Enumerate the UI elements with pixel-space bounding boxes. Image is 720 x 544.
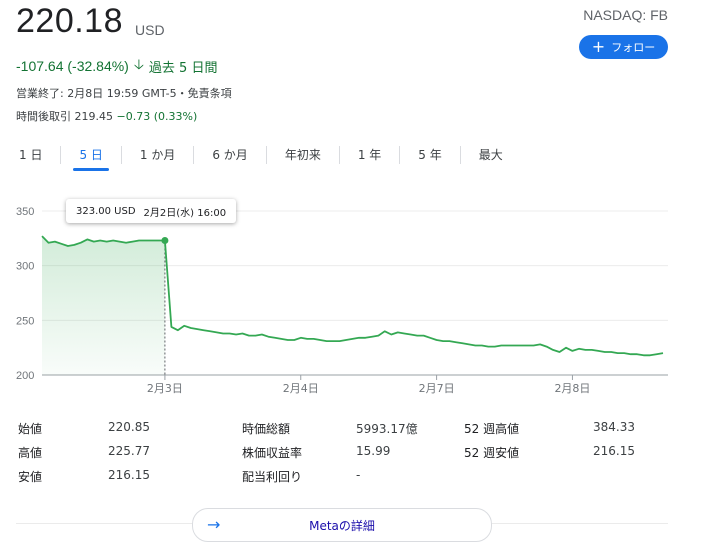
x-tick-label: 2月4日 bbox=[283, 382, 319, 395]
stat-label: 配当利回り bbox=[242, 470, 303, 484]
after-hours-label: 時間後取引 bbox=[16, 110, 71, 123]
stat-label: 52 週高値 bbox=[464, 422, 520, 436]
stock-price: 220.18 bbox=[16, 2, 123, 40]
stat-label: 52 週安値 bbox=[464, 446, 520, 460]
stat-value: 15.99 bbox=[356, 444, 391, 458]
price-change: -107.64 (-32.84%) bbox=[16, 58, 129, 74]
stat-label: 株価収益率 bbox=[242, 446, 303, 460]
after-hours-change: −0.73 (0.33%) bbox=[116, 110, 198, 123]
tab-separator bbox=[338, 146, 340, 164]
price-change-row: -107.64 (-32.84%) 🡣 過去 5 日間 bbox=[16, 54, 217, 78]
stat-value: 5993.17億 bbox=[356, 422, 418, 436]
tab-range-4[interactable]: 年初来 bbox=[276, 145, 330, 165]
stat-value: 225.77 bbox=[108, 444, 150, 458]
market-status: 営業終了: 2月8日 19:59 GMT-5・免責条項 bbox=[16, 87, 232, 100]
down-arrow-icon: 🡣 bbox=[133, 56, 144, 72]
y-tick-label: 250 bbox=[16, 315, 34, 327]
tab-separator bbox=[459, 146, 461, 164]
after-hours-price: 219.45 bbox=[74, 110, 114, 123]
tab-separator bbox=[60, 146, 62, 164]
plus-icon: + bbox=[591, 37, 606, 56]
currency-label: USD bbox=[135, 22, 165, 38]
details-button-label: Metaの詳細 bbox=[309, 519, 375, 533]
stat-value: 384.33 bbox=[593, 420, 635, 434]
stat-value: 220.85 bbox=[108, 420, 150, 434]
stat-value: 216.15 bbox=[108, 468, 150, 482]
tab-range-3[interactable]: 6 か月 bbox=[203, 145, 256, 165]
stat-label: 安値 bbox=[18, 470, 43, 484]
price-chart: 350 300 250 200 2月3日 2月4日 2月7日 2月8日 bbox=[16, 206, 668, 395]
tab-range-2[interactable]: 1 か月 bbox=[131, 145, 184, 165]
tab-separator bbox=[265, 146, 267, 164]
follow-button-label: フォロー bbox=[611, 41, 656, 54]
highlight-point bbox=[161, 237, 169, 245]
stat-value: 216.15 bbox=[593, 444, 635, 458]
tab-separator bbox=[399, 146, 401, 164]
stat-value: - bbox=[356, 468, 361, 482]
tab-separator bbox=[193, 146, 195, 164]
follow-button[interactable]: + フォロー bbox=[579, 35, 668, 59]
tab-separator bbox=[120, 146, 122, 164]
tab-range-6[interactable]: 5 年 bbox=[409, 145, 450, 165]
tab-range-7[interactable]: 最大 bbox=[470, 145, 512, 165]
details-button[interactable]: → Metaの詳細 bbox=[192, 508, 492, 542]
tab-range-1[interactable]: 5 日 bbox=[70, 145, 111, 171]
stat-label: 高値 bbox=[18, 446, 43, 460]
tab-range-5[interactable]: 1 年 bbox=[349, 145, 390, 165]
y-tick-label: 300 bbox=[16, 261, 34, 273]
tab-range-0[interactable]: 1 日 bbox=[10, 145, 51, 165]
change-period: 過去 5 日間 bbox=[148, 60, 218, 76]
highlight-area bbox=[42, 236, 165, 375]
y-tick-label: 200 bbox=[16, 370, 34, 382]
x-tick-label: 2月8日 bbox=[554, 382, 590, 395]
tooltip-price: 323.00 USD bbox=[76, 205, 136, 217]
y-tick-label: 350 bbox=[16, 206, 34, 218]
stat-label: 始値 bbox=[18, 422, 43, 436]
after-hours-row: 時間後取引 219.45 −0.73 (0.33%) bbox=[16, 108, 197, 124]
x-tick-label: 2月3日 bbox=[147, 382, 183, 395]
range-tabs: 1 日 5 日 1 か月 6 か月 年初来 1 年 5 年最大 bbox=[10, 145, 512, 171]
stat-label: 時価総額 bbox=[242, 422, 291, 436]
exchange-ticker: NASDAQ: FB bbox=[583, 7, 668, 23]
chart-tooltip: 323.00 USD 2月2日(水) 16:00 bbox=[66, 199, 237, 223]
x-tick-label: 2月7日 bbox=[419, 382, 455, 395]
tooltip-date: 2月2日(水) 16:00 bbox=[143, 207, 227, 219]
